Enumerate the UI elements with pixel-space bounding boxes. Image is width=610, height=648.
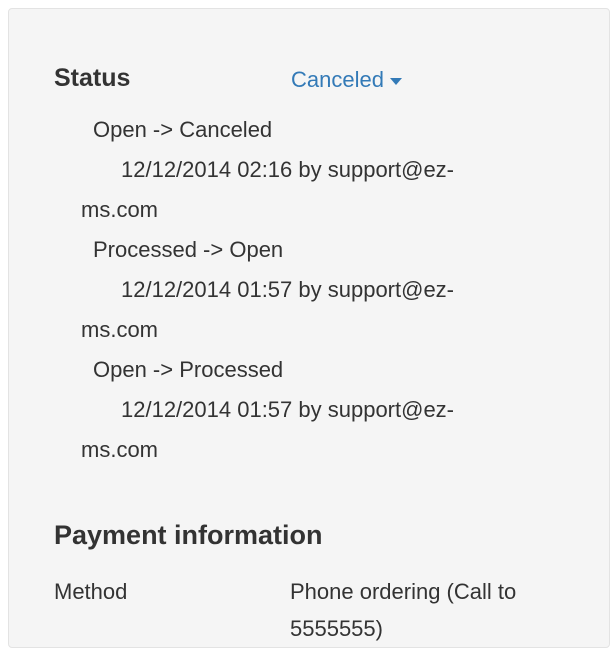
- status-current-value[interactable]: Canceled: [291, 66, 384, 94]
- status-dropdown[interactable]: Canceled: [291, 66, 402, 94]
- status-change-meta: 12/12/2014 01:57 by support@ez-ms.com: [81, 277, 455, 342]
- status-transition: Processed -> Open: [93, 237, 284, 262]
- status-change-meta: 12/12/2014 01:57 by support@ez-ms.com: [81, 397, 455, 462]
- payment-information-heading: Payment information: [54, 520, 323, 550]
- status-history-list: Open -> Canceled 12/12/2014 02:16 by sup…: [81, 110, 521, 470]
- status-history-item: Open -> Canceled 12/12/2014 02:16 by sup…: [81, 110, 521, 230]
- status-transition: Open -> Canceled: [93, 117, 273, 142]
- status-history-item: Processed -> Open 12/12/2014 01:57 by su…: [81, 230, 521, 350]
- caret-down-icon[interactable]: [389, 77, 402, 85]
- status-change-meta: 12/12/2014 02:16 by support@ez-ms.com: [81, 157, 455, 222]
- status-history-item: Open -> Processed 12/12/2014 01:57 by su…: [81, 350, 521, 470]
- order-info-panel: Status Canceled Open -> Canceled 12/12/2…: [8, 8, 610, 648]
- status-transition: Open -> Processed: [93, 357, 284, 382]
- status-heading: Status: [54, 64, 131, 92]
- payment-method-label: Method: [54, 579, 128, 604]
